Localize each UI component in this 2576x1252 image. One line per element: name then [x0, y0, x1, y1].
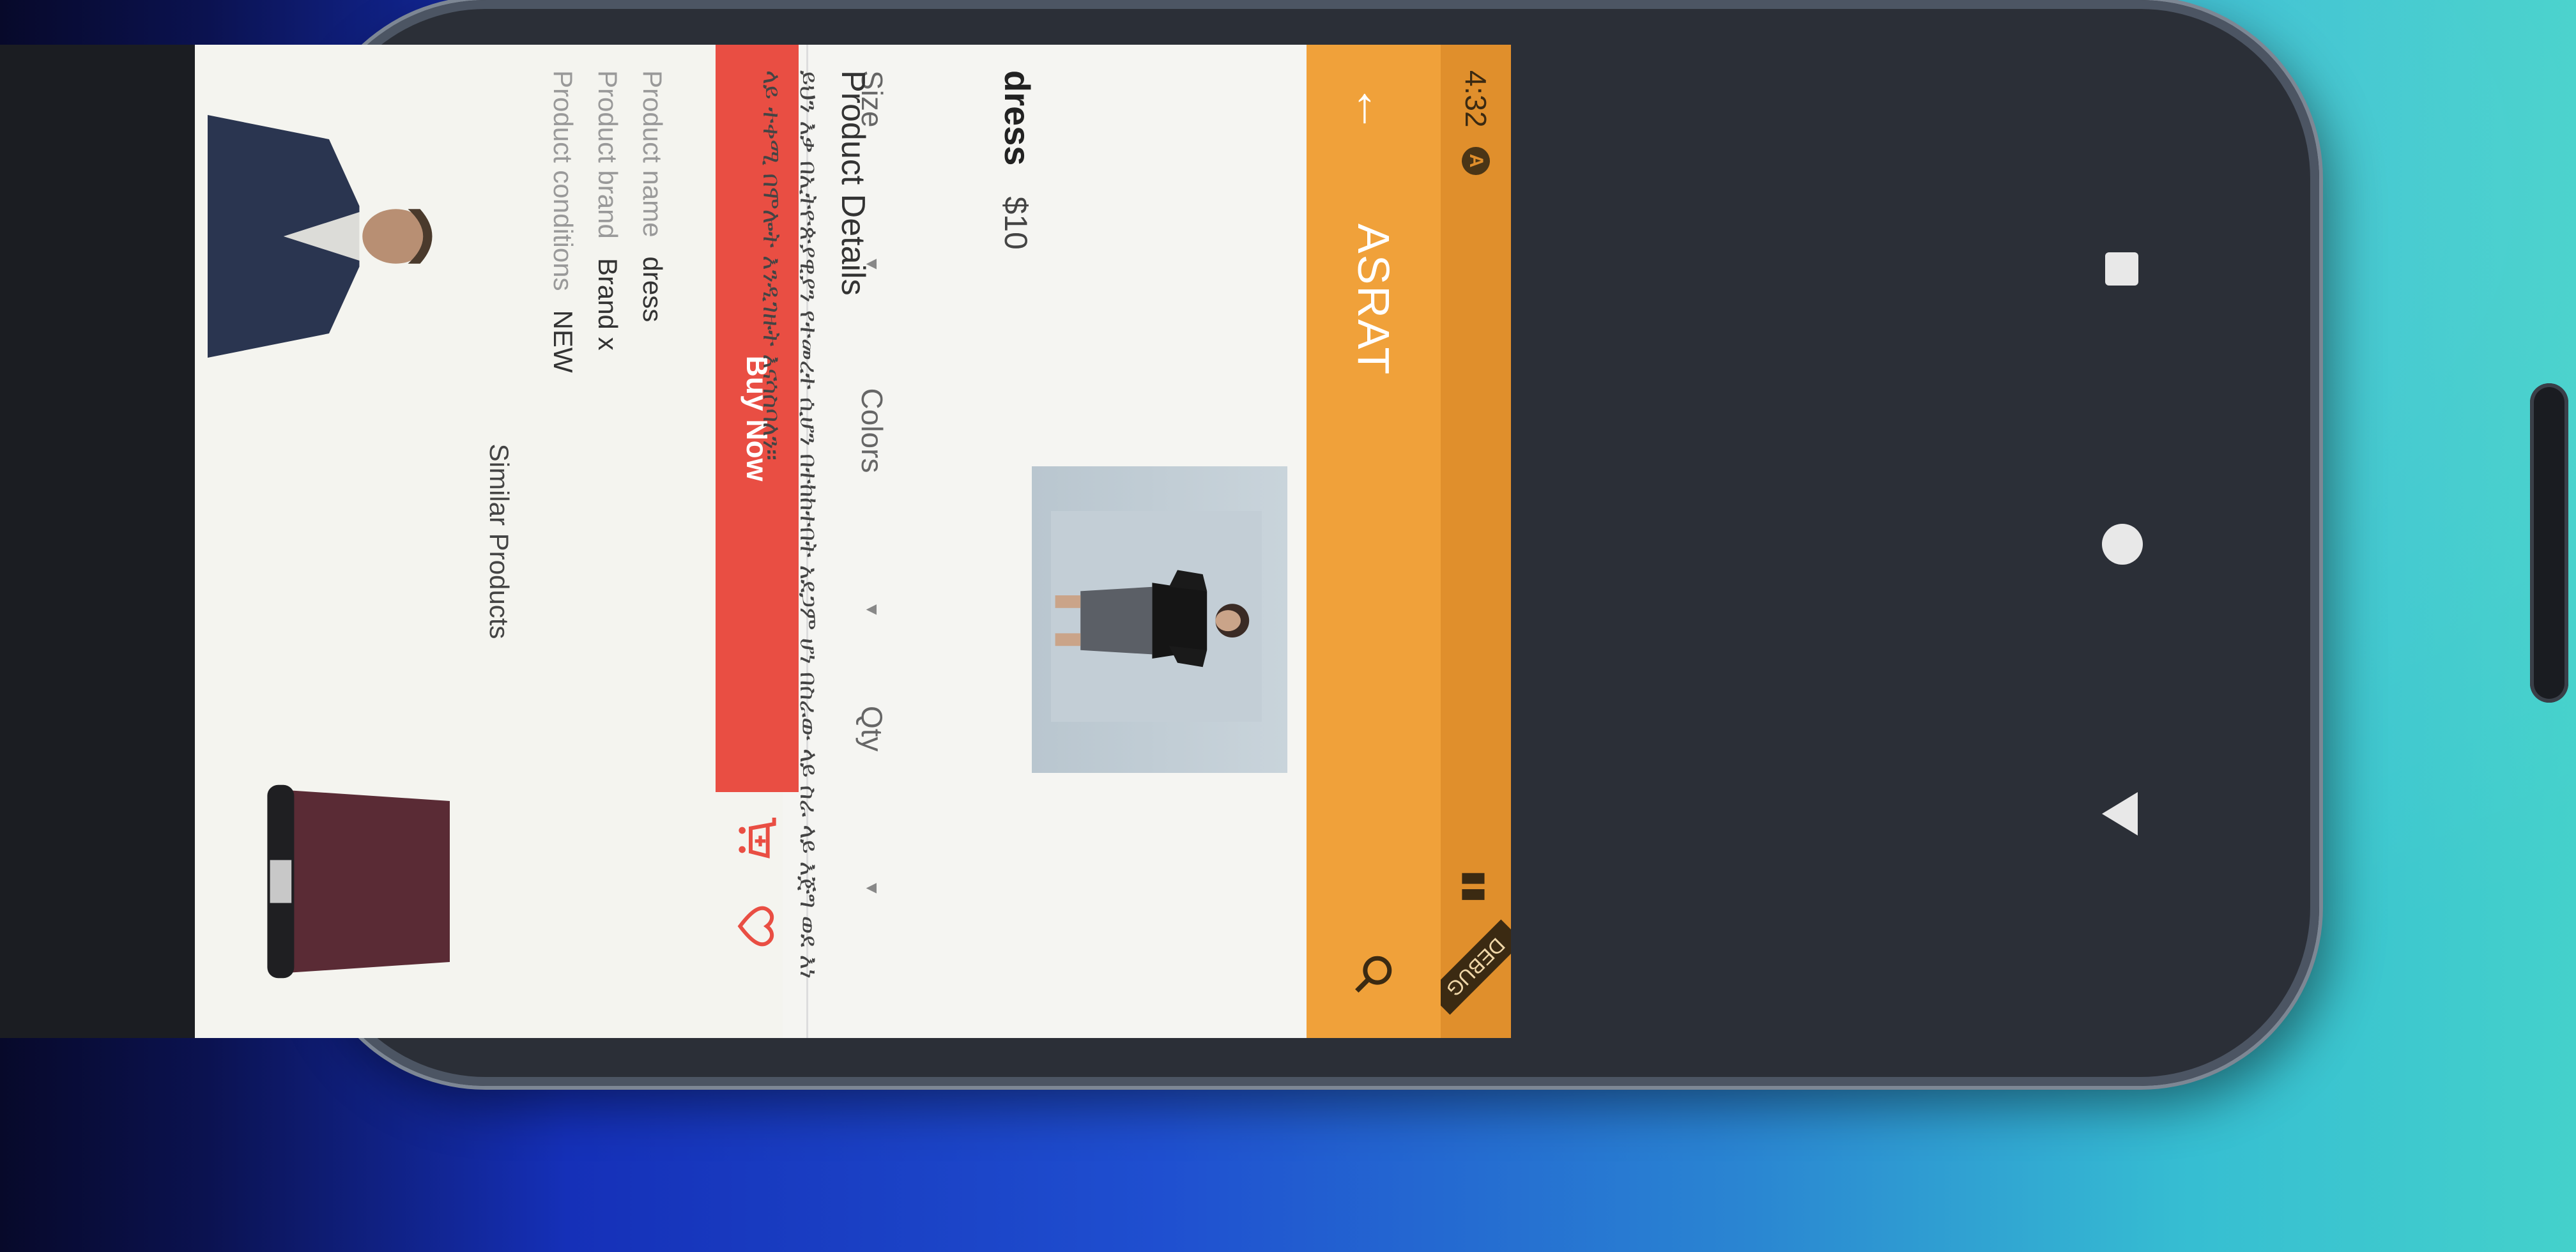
status-icons: ▮▮ DEBUG: [1428, 870, 1511, 1019]
spec-row: Product name dress: [637, 70, 668, 373]
earpiece-speaker: [2530, 383, 2568, 703]
similar-products-list: [208, 45, 450, 1038]
product-name: dress: [997, 70, 1038, 166]
notification-icon: A: [1462, 146, 1490, 175]
details-description: ይህን እቃ በኢትዮጵያዊያን የተመረተ ሲሆን በተከከተበት አደጋም …: [758, 70, 823, 979]
status-time: 4:32: [1459, 70, 1492, 128]
similar-product-item[interactable]: [208, 747, 450, 1016]
app-title: ASRAT: [1349, 224, 1399, 376]
spec-value: NEW: [548, 310, 578, 373]
signal-icon: ▮▮: [1459, 870, 1492, 903]
phone-bezel-bottom: [0, 45, 195, 1038]
details-title: Product Details: [834, 70, 871, 296]
back-button[interactable]: [2102, 792, 2138, 836]
product-title-row: dress $10: [997, 70, 1038, 250]
product-details: Product Details ይህን እቃ በኢትዮጵያዊያን የተመረተ ሲ…: [753, 70, 872, 1009]
spec-label: Product name: [638, 70, 668, 238]
spec-row: Product conditions NEW: [548, 70, 578, 373]
spec-label: Product brand: [593, 70, 623, 239]
spec-label: Product conditions: [548, 70, 578, 291]
spec-table: Product name dress Product brand Brand x…: [533, 70, 668, 373]
phone-device: 4:32 A ▮▮ DEBUG ← ASRAT dress $10 Size ▼…: [0, 0, 2568, 1086]
home-button[interactable]: [2102, 524, 2143, 565]
app-bar: ← ASRAT: [1307, 45, 1441, 1038]
spec-value: dress: [638, 256, 668, 323]
app-screen: 4:32 A ▮▮ DEBUG ← ASRAT dress $10 Size ▼…: [0, 45, 1511, 1038]
spec-value: Brand x: [593, 257, 623, 351]
similar-product-item[interactable]: [208, 70, 450, 402]
product-image[interactable]: [1032, 466, 1287, 773]
dress-figure: [1051, 511, 1262, 722]
search-icon[interactable]: [1335, 936, 1412, 1012]
product-price: $10: [998, 196, 1034, 250]
arrow-back-icon[interactable]: ←: [1335, 70, 1412, 147]
status-bar: 4:32 A ▮▮ DEBUG: [1428, 45, 1511, 1038]
recent-apps-button[interactable]: [2105, 252, 2138, 286]
similar-products-title: Similar Products: [484, 443, 514, 639]
spec-row: Product brand Brand x: [592, 70, 623, 373]
